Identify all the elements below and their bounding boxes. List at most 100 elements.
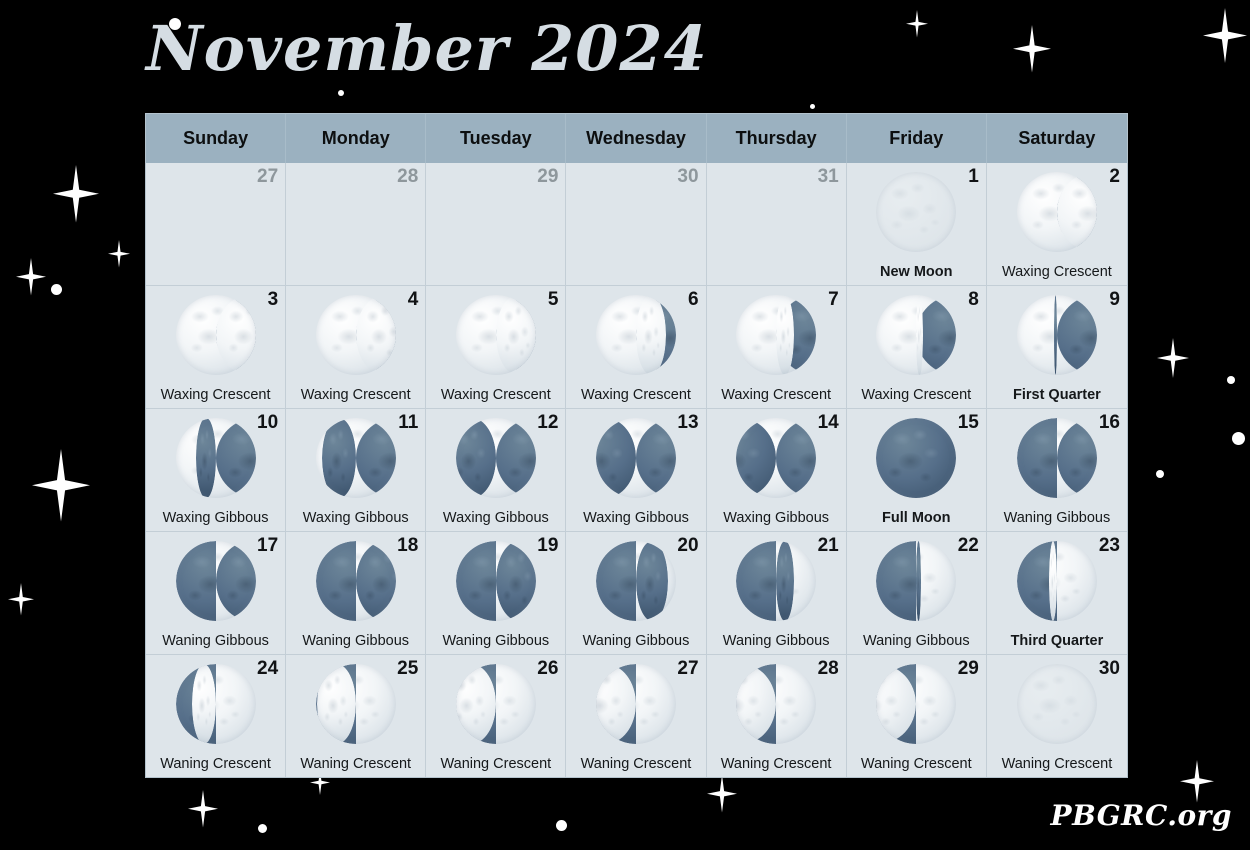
moon-phase-label: Waning Gibbous [1003,510,1111,527]
moon-terminator-mask [595,541,676,621]
moon-terminator-mask [316,295,396,375]
moon-phase-label: Waning Crescent [300,756,412,773]
day-cell[interactable]: 5 Waxing Crescent [426,286,567,408]
moon-phase-label: Third Quarter [1010,633,1104,650]
day-number: 10 [257,412,279,433]
moon-phase-label: Waning Gibbous [722,633,830,650]
moon-phase-graphic [876,541,957,621]
day-cell-outside[interactable]: 27 [146,163,287,285]
moon-phase-label: Waxing Crescent [160,387,271,404]
moon-shadow-texture [175,541,216,621]
day-cell[interactable]: 15 Full Moon [846,409,987,531]
sparkle-star-icon [108,240,130,268]
day-number: 2 [1109,166,1120,187]
moon-phase-label: Waning Crescent [580,756,692,773]
day-cell[interactable]: 27 Waning Crescent [566,655,707,777]
day-cell[interactable]: 8 Waxing Crescent [846,286,987,408]
moon-phase-label: Waning Gibbous [442,633,550,650]
moon-phase-graphic [175,541,256,621]
moon-terminator-mask [736,418,817,498]
moon-image [847,293,986,377]
day-cell[interactable]: 13 Waxing Gibbous [566,409,707,531]
moon-phase-graphic [315,295,396,375]
day-cell[interactable]: 24 Waning Crescent [146,655,287,777]
moon-terminator-mask [176,295,256,375]
moon-terminator-mask [455,541,536,621]
day-cell[interactable]: 18 Waning Gibbous [286,532,427,654]
day-number: 13 [677,412,699,433]
moon-phase-graphic [315,541,396,621]
day-number: 30 [677,166,699,187]
day-cell[interactable]: 9 First Quarter [986,286,1127,408]
moon-phase-label: Waning Gibbous [302,633,410,650]
weekday-header-thursday: Thursday [707,114,847,163]
moon-phase-graphic [736,541,817,621]
day-number: 31 [817,166,839,187]
moon-phase-graphic [876,664,957,744]
moon-phase-label: Waxing Crescent [440,387,551,404]
day-number: 19 [537,535,559,556]
day-cell[interactable]: 11 Waxing Gibbous [286,409,427,531]
day-number: 27 [257,166,279,187]
moon-shadow-texture [355,418,396,498]
moon-shadow-texture [876,418,957,498]
calendar-week-row: 24 Waning Crescent 25 Waning Crescent 26 Wani… [146,654,1127,777]
day-cell[interactable]: 29 Waning Crescent [846,655,987,777]
day-number: 27 [677,658,699,679]
moon-phase-label: Waning Gibbous [582,633,690,650]
moon-phase-graphic [175,295,256,375]
day-number: 29 [537,166,559,187]
day-cell[interactable]: 12 Waxing Gibbous [426,409,567,531]
day-cell[interactable]: 10 Waxing Gibbous [146,409,287,531]
day-cell[interactable]: 21 Waning Gibbous [706,532,847,654]
moon-phase-label: Waning Crescent [860,756,972,773]
moon-phase-graphic [1016,541,1097,621]
moon-phase-label: Waxing Gibbous [723,510,830,527]
day-cell[interactable]: 19 Waning Gibbous [426,532,567,654]
day-cell[interactable]: 16 Waning Gibbous [986,409,1127,531]
day-number: 24 [257,658,279,679]
moon-phase-graphic [1016,172,1097,252]
day-cell[interactable]: 30 Waning Crescent [986,655,1127,777]
day-cell[interactable]: 14 Waxing Gibbous [706,409,847,531]
day-number: 7 [828,289,839,310]
day-cell[interactable]: 20 Waning Gibbous [566,532,707,654]
moon-terminator-mask [316,418,396,498]
day-cell[interactable]: 25 Waning Crescent [286,655,427,777]
star-dot-icon [556,820,567,831]
day-cell[interactable]: 7 Waxing Crescent [706,286,847,408]
day-cell-outside[interactable]: 30 [566,163,707,285]
moon-terminator-mask [736,295,817,375]
day-number: 20 [677,535,699,556]
day-cell[interactable]: 28 Waning Crescent [706,655,847,777]
moon-phase-label: Waxing Crescent [861,387,972,404]
star-dot-icon [1232,432,1245,445]
moon-phase-graphic [736,664,817,744]
day-cell[interactable]: 4 Waxing Crescent [286,286,427,408]
day-number: 17 [257,535,279,556]
moon-phase-graphic [175,418,256,498]
sparkle-star-icon [1013,25,1051,73]
moon-terminator-mask [1016,418,1097,498]
day-number: 23 [1098,535,1120,556]
day-cell[interactable]: 3 Waxing Crescent [146,286,287,408]
sparkle-star-icon [1203,8,1247,63]
day-cell[interactable]: 23 Third Quarter [986,532,1127,654]
day-cell[interactable]: 6 Waxing Crescent [566,286,707,408]
day-cell-outside[interactable]: 31 [706,163,847,285]
day-cell[interactable]: 17 Waning Gibbous [146,532,287,654]
moon-terminator-mask [595,664,676,744]
moon-terminator-mask [1017,172,1097,252]
moon-phase-graphic [876,295,957,375]
sparkle-star-icon [188,790,218,828]
day-cell-outside[interactable]: 29 [426,163,567,285]
moon-phase-label: Waxing Gibbous [583,510,689,527]
page-title: November 2024 [146,12,708,85]
day-cell-outside[interactable]: 28 [286,163,427,285]
moon-terminator-mask [315,541,396,621]
day-cell[interactable]: 26 Waning Crescent [426,655,567,777]
day-cell[interactable]: 2 Waxing Crescent [986,163,1127,285]
calendar-week-row: 10 Waxing Gibbous 11 Waxing Gibbous 12 Waxing… [146,408,1127,531]
day-cell[interactable]: 22 Waning Gibbous [846,532,987,654]
day-cell[interactable]: 1 New Moon [846,163,987,285]
